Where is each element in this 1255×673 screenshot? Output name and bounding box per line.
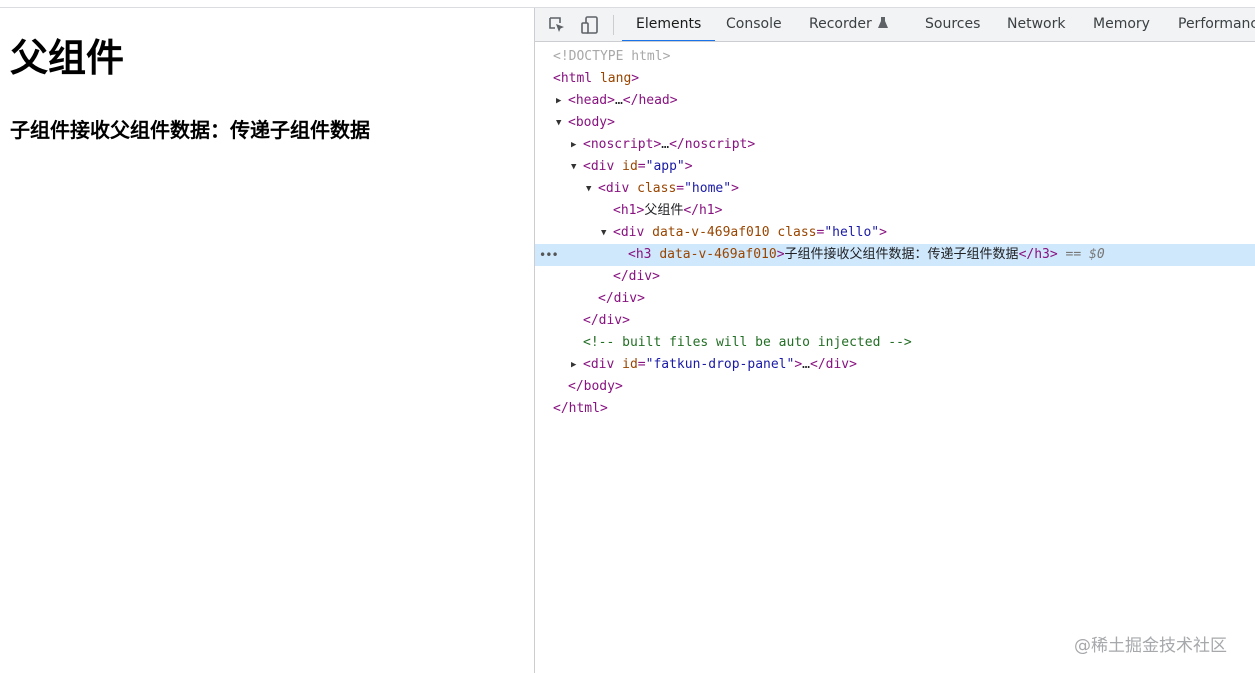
dom-node-div-fatkun[interactable]: ▶ <div id="fatkun-drop-panel">…</div> — [535, 354, 1255, 376]
dom-node-div-hello[interactable]: ▼ <div data-v-469af010 class="hello"> — [535, 222, 1255, 244]
row-actions-icon[interactable]: ••• — [539, 244, 559, 266]
collapse-triangle-icon[interactable]: ▼ — [571, 156, 583, 178]
inspect-element-icon[interactable] — [547, 15, 567, 35]
device-toolbar-icon[interactable] — [580, 15, 600, 35]
dom-node-html-close[interactable]: </html> — [535, 398, 1255, 420]
devtools-toolbar: Elements Console Recorder Sources Networ… — [535, 8, 1255, 42]
dom-node-div-close[interactable]: </div> — [535, 266, 1255, 288]
expand-triangle-icon[interactable]: ▶ — [571, 134, 583, 156]
child-component-heading: 子组件接收父组件数据：传递子组件数据 — [10, 118, 370, 142]
tab-sources[interactable]: Sources — [925, 8, 980, 41]
tab-console[interactable]: Console — [726, 8, 782, 41]
expand-triangle-icon[interactable]: ▶ — [556, 90, 568, 112]
collapse-triangle-icon[interactable]: ▼ — [556, 112, 568, 134]
dom-node-body[interactable]: ▼ <body> — [535, 112, 1255, 134]
tab-recorder[interactable]: Recorder — [809, 8, 889, 41]
tab-recorder-label: Recorder — [809, 16, 872, 32]
dom-node-h3-selected[interactable]: ••• <h3 data-v-469af010>子组件接收父组件数据：传递子组件数… — [535, 244, 1255, 266]
watermark: @稀土掘金技术社区 — [1074, 636, 1227, 656]
dom-node-body-close[interactable]: </body> — [535, 376, 1255, 398]
page-viewport: 父组件 子组件接收父组件数据：传递子组件数据 — [0, 8, 534, 673]
dom-node-html[interactable]: <html lang> — [535, 68, 1255, 90]
dom-node-noscript[interactable]: ▶ <noscript>…</noscript> — [535, 134, 1255, 156]
devtools-panel: Elements Console Recorder Sources Networ… — [534, 8, 1255, 673]
tab-performance[interactable]: Performance — [1178, 8, 1255, 41]
dom-node-div-close[interactable]: </div> — [535, 310, 1255, 332]
browser-top-edge — [0, 0, 1255, 8]
dom-node-doctype[interactable]: <!DOCTYPE html> — [535, 46, 1255, 68]
tab-memory[interactable]: Memory — [1093, 8, 1150, 41]
tab-elements[interactable]: Elements — [621, 8, 716, 41]
collapse-triangle-icon[interactable]: ▼ — [586, 178, 598, 200]
collapse-triangle-icon[interactable]: ▼ — [601, 222, 613, 244]
dom-node-comment[interactable]: <!-- built files will be auto injected -… — [535, 332, 1255, 354]
dom-node-div-app[interactable]: ▼ <div id="app"> — [535, 156, 1255, 178]
page-title: 父组件 — [10, 36, 125, 80]
tab-network[interactable]: Network — [1007, 8, 1065, 41]
dom-node-div-close[interactable]: </div> — [535, 288, 1255, 310]
dom-node-h1[interactable]: <h1>父组件</h1> — [535, 200, 1255, 222]
selected-node-marker: == $0 — [1065, 247, 1105, 262]
dom-node-head[interactable]: ▶ <head>…</head> — [535, 90, 1255, 112]
dom-node-div-home[interactable]: ▼ <div class="home"> — [535, 178, 1255, 200]
expand-triangle-icon[interactable]: ▶ — [571, 354, 583, 376]
toolbar-divider — [613, 15, 614, 35]
flask-icon — [877, 17, 888, 28]
